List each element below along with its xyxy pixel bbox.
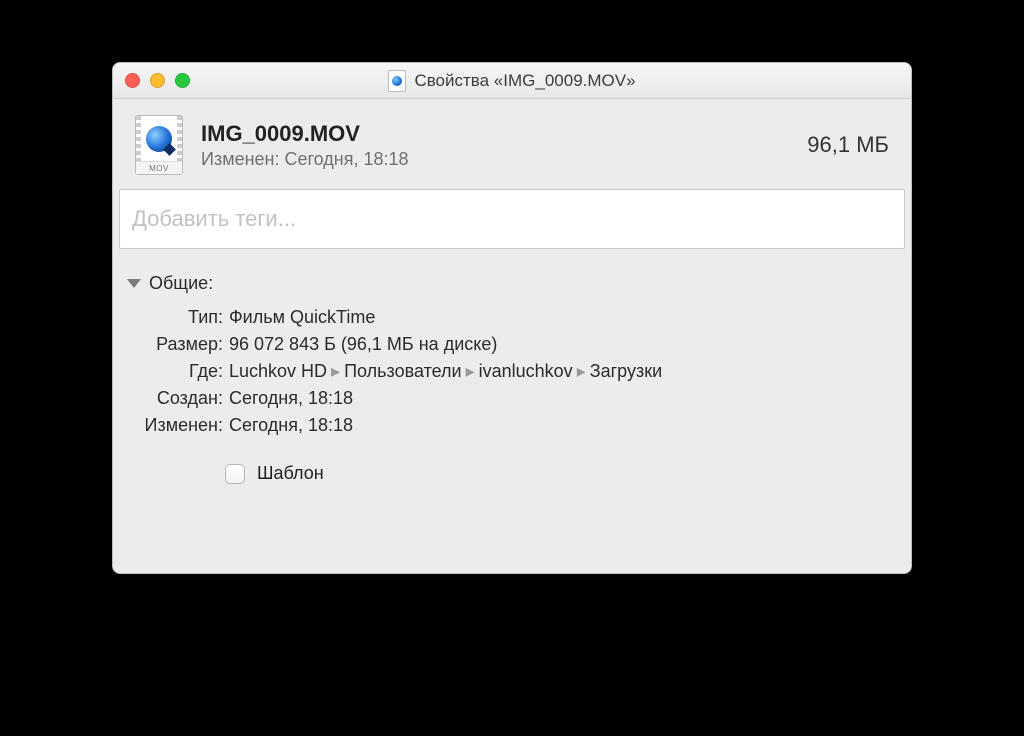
quicktime-file-icon: MOV [135,115,183,175]
file-header: MOV IMG_0009.MOV Изменен: Сегодня, 18:18… [113,99,911,189]
chevron-right-icon: ▸ [462,361,479,381]
path-segment: Luchkov HD [229,361,327,381]
zoom-icon[interactable] [175,73,190,88]
disclosure-triangle-icon[interactable] [127,279,141,288]
where-path: Luchkov HD▸Пользователи▸ivanluchkov▸Загр… [229,358,889,385]
info-row-modified: Изменен: Сегодня, 18:18 [135,412,889,439]
info-row-created: Создан: Сегодня, 18:18 [135,385,889,412]
tags-section [113,189,911,263]
template-checkbox[interactable] [225,464,245,484]
modified-label: Изменен: [201,149,279,169]
template-label: Шаблон [257,463,324,484]
info-row-where: Где: Luchkov HD▸Пользователи▸ivanluchkov… [135,358,889,385]
where-label: Где: [135,358,229,385]
titlebar[interactable]: Свойства «IMG_0009.MOV» [113,63,911,99]
modified-label-row: Изменен: [135,412,229,439]
file-name: IMG_0009.MOV [201,121,789,147]
traffic-lights [113,73,190,88]
path-segment: ivanluchkov [479,361,573,381]
modified-value: Сегодня, 18:18 [284,149,408,169]
created-value: Сегодня, 18:18 [229,385,889,412]
options-block: Шаблон [113,449,911,484]
file-modified-summary: Изменен: Сегодня, 18:18 [201,149,789,170]
minimize-icon[interactable] [150,73,165,88]
size-label: Размер: [135,331,229,358]
type-value: Фильм QuickTime [229,304,889,331]
general-label: Общие: [149,273,213,294]
modified-value-row: Сегодня, 18:18 [229,412,889,439]
tags-input[interactable] [119,189,905,249]
template-checkbox-row[interactable]: Шаблон [225,463,889,484]
info-window: Свойства «IMG_0009.MOV» MOV IMG_0009.MOV… [112,62,912,574]
file-size-short: 96,1 МБ [807,132,889,158]
document-icon [388,70,406,92]
created-label: Создан: [135,385,229,412]
general-info-grid: Тип: Фильм QuickTime Размер: 96 072 843 … [113,300,911,449]
path-segment: Пользователи [344,361,461,381]
window-title: Свойства «IMG_0009.MOV» [414,71,635,91]
file-extension-badge: MOV [136,161,182,174]
chevron-right-icon: ▸ [327,361,344,381]
info-row-size: Размер: 96 072 843 Б (96,1 МБ на диске) [135,331,889,358]
general-section-header[interactable]: Общие: [113,263,911,300]
chevron-right-icon: ▸ [573,361,590,381]
path-segment: Загрузки [590,361,662,381]
window-title-group: Свойства «IMG_0009.MOV» [113,70,911,92]
type-label: Тип: [135,304,229,331]
info-row-type: Тип: Фильм QuickTime [135,304,889,331]
size-value: 96 072 843 Б (96,1 МБ на диске) [229,331,889,358]
close-icon[interactable] [125,73,140,88]
file-title-block: IMG_0009.MOV Изменен: Сегодня, 18:18 [201,121,789,170]
